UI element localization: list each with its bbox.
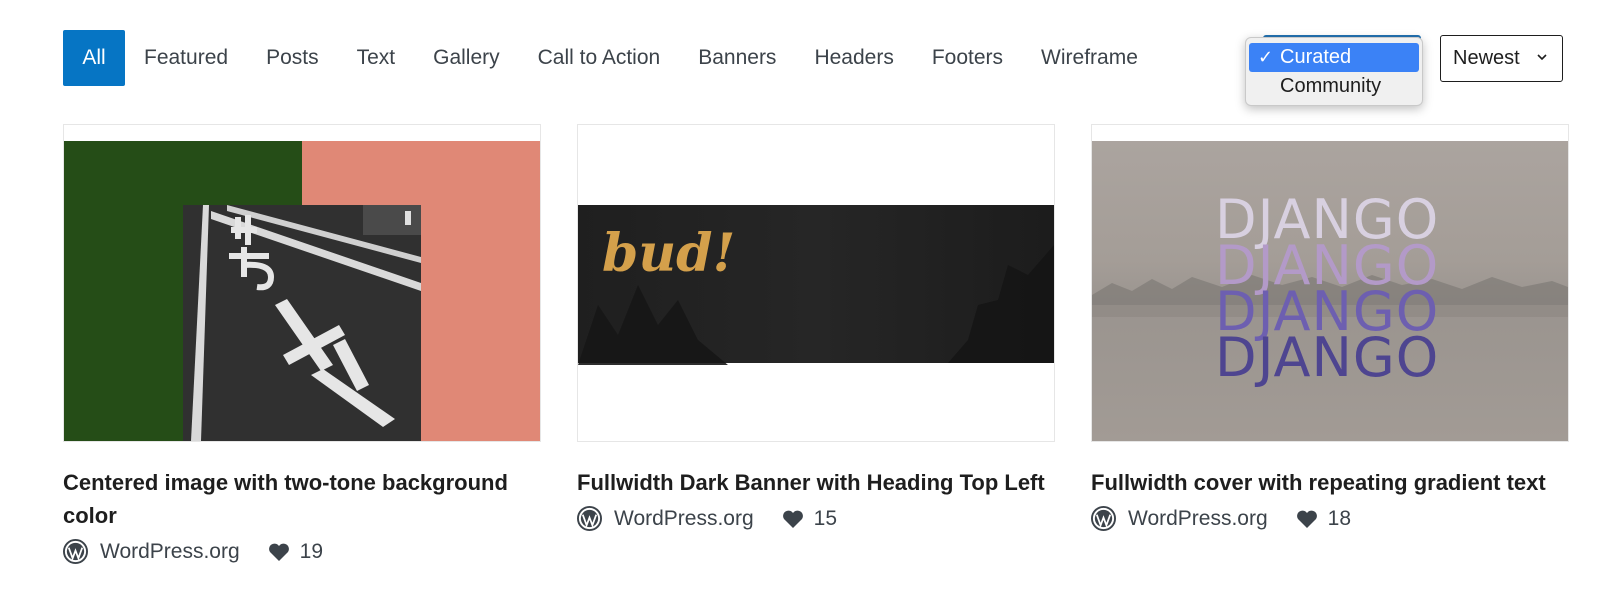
pattern-card: bud! Fullwidth Dark Banner with Heading … — [577, 124, 1055, 531]
like-count: 18 — [1327, 506, 1352, 530]
banner-heading: bud! — [602, 223, 736, 284]
category-nav: All Featured Posts Text Gallery Call to … — [63, 30, 1176, 86]
nav-item-featured[interactable]: Featured — [144, 30, 228, 86]
pattern-preview[interactable]: DJANGO DJANGO DJANGO DJANGO — [1091, 124, 1569, 442]
sort-select[interactable]: Newest — [1440, 35, 1563, 82]
like-count: 15 — [813, 506, 838, 530]
nav-item-text[interactable]: Text — [357, 30, 396, 86]
chevron-down-icon — [1537, 54, 1547, 61]
heart-icon[interactable] — [268, 542, 290, 562]
nav-item-posts[interactable]: Posts — [266, 30, 319, 86]
like-count: 19 — [299, 539, 324, 563]
heart-icon[interactable] — [1296, 509, 1318, 529]
pattern-preview[interactable]: bud! — [577, 124, 1055, 442]
pattern-meta: WordPress.org 18 — [1091, 506, 1569, 531]
source-option-curated[interactable]: ✓ Curated — [1249, 43, 1419, 72]
nav-item-banners[interactable]: Banners — [698, 30, 776, 86]
heart-icon[interactable] — [782, 509, 804, 529]
sort-select-label: Newest — [1453, 47, 1520, 69]
pattern-preview[interactable] — [63, 124, 541, 442]
pattern-author[interactable]: WordPress.org — [100, 540, 240, 564]
pattern-title[interactable]: Centered image with two-tone background … — [63, 466, 541, 532]
wordpress-logo-icon — [577, 506, 602, 531]
wordpress-logo-icon — [1091, 506, 1116, 531]
pattern-title[interactable]: Fullwidth Dark Banner with Heading Top L… — [577, 466, 1055, 499]
source-dropdown-menu: ✓ Curated Community — [1245, 37, 1423, 106]
nav-item-call-to-action[interactable]: Call to Action — [538, 30, 661, 86]
pattern-author[interactable]: WordPress.org — [614, 507, 754, 531]
source-option-label: Community — [1280, 75, 1382, 97]
wordpress-logo-icon — [63, 539, 88, 564]
nav-item-gallery[interactable]: Gallery — [433, 30, 500, 86]
road-photo-image — [183, 205, 421, 441]
pattern-card: Centered image with two-tone background … — [63, 124, 541, 564]
pattern-card: DJANGO DJANGO DJANGO DJANGO Fullwidth co… — [1091, 124, 1569, 531]
source-option-community[interactable]: Community — [1246, 72, 1422, 101]
dark-banner: bud! — [578, 205, 1054, 365]
pattern-title[interactable]: Fullwidth cover with repeating gradient … — [1091, 466, 1569, 499]
pattern-author[interactable]: WordPress.org — [1128, 507, 1268, 531]
django-heading: DJANGO — [1215, 326, 1440, 389]
nav-item-wireframe[interactable]: Wireframe — [1041, 30, 1138, 86]
nav-item-all[interactable]: All — [63, 30, 125, 86]
source-option-label: Curated — [1280, 46, 1352, 68]
nav-item-headers[interactable]: Headers — [814, 30, 893, 86]
pattern-meta: WordPress.org 19 — [63, 539, 541, 564]
checkmark-icon: ✓ — [1258, 47, 1274, 67]
tree-silhouette-image — [948, 245, 1054, 363]
nav-item-footers[interactable]: Footers — [932, 30, 1003, 86]
pattern-meta: WordPress.org 15 — [577, 506, 1055, 531]
